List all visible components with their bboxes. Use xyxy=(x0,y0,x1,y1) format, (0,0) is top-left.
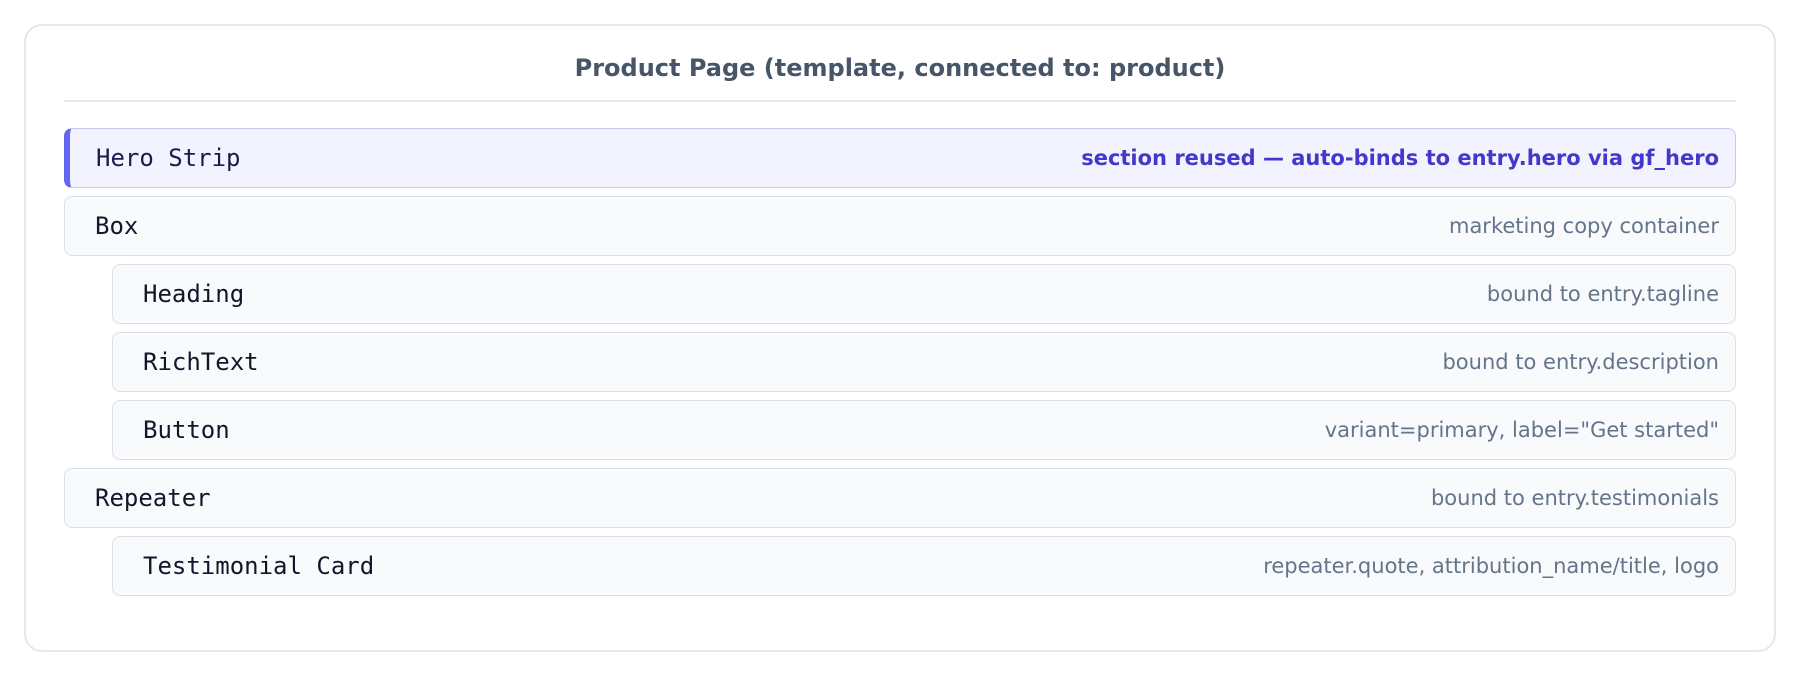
node-note: bound to entry.testimonials xyxy=(1430,486,1719,510)
tree-node-heading[interactable]: Heading bound to entry.tagline xyxy=(112,264,1736,324)
tree-node-button[interactable]: Button variant=primary, label="Get start… xyxy=(112,400,1736,460)
tree-node-richtext[interactable]: RichText bound to entry.description xyxy=(112,332,1736,392)
node-name: Button xyxy=(143,416,230,444)
node-note: section reused — auto-binds to entry.her… xyxy=(1081,146,1719,170)
node-name: RichText xyxy=(143,348,259,376)
node-note: marketing copy container xyxy=(1448,214,1719,238)
tree-node-testimonial-card[interactable]: Testimonial Card repeater.quote, attribu… xyxy=(112,536,1736,596)
node-note: bound to entry.description xyxy=(1442,350,1719,374)
node-name: Hero Strip xyxy=(96,144,241,172)
tree-node-repeater[interactable]: Repeater bound to entry.testimonials xyxy=(64,468,1736,528)
node-name: Box xyxy=(95,212,139,240)
node-name: Repeater xyxy=(95,484,211,512)
node-name: Heading xyxy=(143,280,245,308)
node-note: bound to entry.tagline xyxy=(1486,282,1719,306)
component-tree: Hero Strip section reused — auto-binds t… xyxy=(64,128,1736,604)
node-note: repeater.quote, attribution_name/title, … xyxy=(1263,554,1719,578)
tree-node-box[interactable]: Box marketing copy container xyxy=(64,196,1736,256)
node-name: Testimonial Card xyxy=(143,552,375,580)
page-title: Product Page (template, connected to: pr… xyxy=(64,54,1736,102)
node-note: variant=primary, label="Get started" xyxy=(1324,418,1719,442)
template-structure-card: Product Page (template, connected to: pr… xyxy=(24,24,1776,652)
tree-node-hero-strip[interactable]: Hero Strip section reused — auto-binds t… xyxy=(64,128,1736,188)
